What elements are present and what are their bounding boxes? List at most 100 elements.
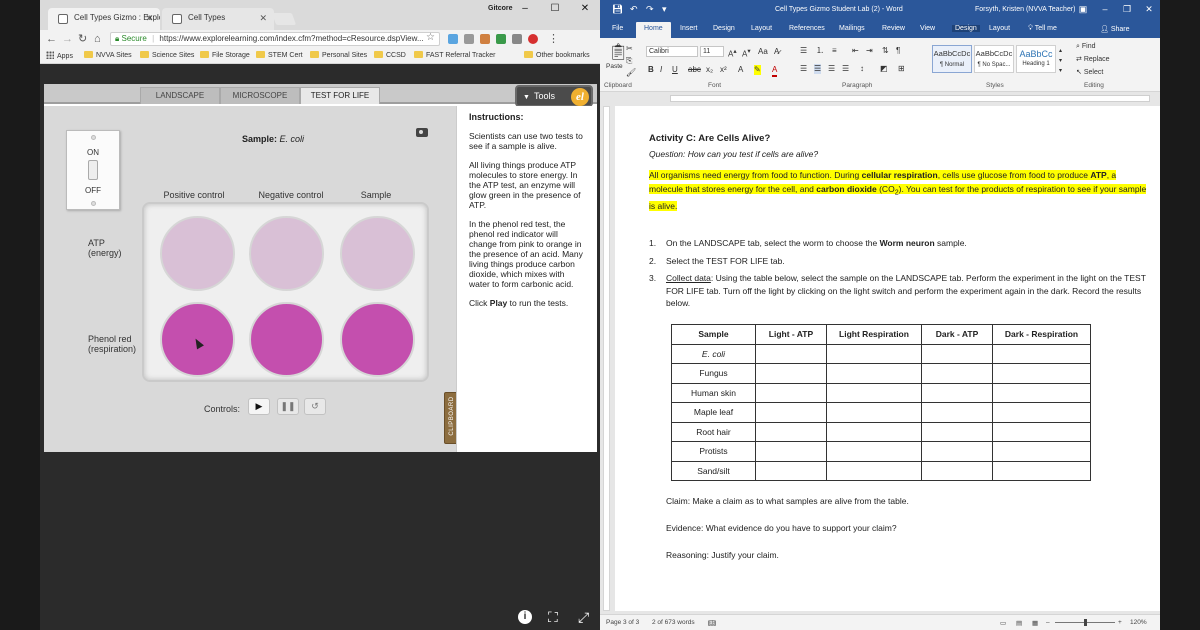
extension-icon[interactable] bbox=[512, 34, 522, 44]
font-name-select[interactable]: Calibri bbox=[646, 46, 698, 57]
line-spacing-icon[interactable]: ↕ bbox=[860, 64, 864, 74]
minimize-icon[interactable]: – bbox=[510, 0, 540, 18]
tab-references[interactable]: References bbox=[789, 25, 825, 32]
home-icon[interactable]: ⌂ bbox=[94, 32, 101, 46]
extension-cloud-icon[interactable] bbox=[448, 34, 458, 44]
tab-table-layout[interactable]: Layout bbox=[989, 25, 1010, 32]
bookmark-other[interactable]: Other bookmarks bbox=[524, 51, 590, 61]
read-mode-icon[interactable]: ▭ bbox=[1000, 619, 1006, 627]
print-layout-icon[interactable]: ▤ bbox=[1016, 619, 1022, 627]
change-case-icon[interactable]: Aa bbox=[758, 47, 768, 57]
cut-icon[interactable]: ✂ bbox=[626, 44, 633, 54]
undo-icon[interactable]: ↶ bbox=[630, 4, 638, 14]
italic-icon[interactable]: I bbox=[660, 65, 662, 75]
close-window-icon[interactable]: ✕ bbox=[570, 0, 600, 18]
close-icon[interactable]: ✕ bbox=[145, 13, 153, 24]
align-right-icon[interactable]: ☰ bbox=[828, 64, 835, 74]
result-cell[interactable] bbox=[826, 363, 922, 384]
customize-icon[interactable]: ▾ bbox=[662, 4, 667, 14]
tab-landscape[interactable]: LANDSCAPE bbox=[140, 87, 220, 104]
sample-cell[interactable]: Sand/silt bbox=[671, 460, 756, 481]
sample-cell[interactable]: E. coli bbox=[671, 343, 756, 364]
result-cell[interactable] bbox=[755, 441, 827, 462]
profile-name[interactable]: Gitcore bbox=[488, 5, 513, 12]
borders-icon[interactable]: ⊞ bbox=[898, 64, 905, 74]
result-cell[interactable] bbox=[826, 460, 922, 481]
font-color-icon[interactable]: A bbox=[772, 65, 778, 77]
word-count[interactable]: 2 of 673 words bbox=[652, 619, 695, 626]
result-cell[interactable] bbox=[826, 382, 922, 403]
sample-cell[interactable]: Protists bbox=[671, 441, 756, 462]
show-formatting-icon[interactable]: ¶ bbox=[896, 46, 900, 56]
result-cell[interactable] bbox=[921, 421, 993, 442]
sample-cell[interactable]: Fungus bbox=[671, 363, 756, 384]
page-count[interactable]: Page 3 of 3 bbox=[606, 619, 639, 626]
multilevel-list-icon[interactable]: ≡ bbox=[832, 46, 837, 56]
bookmark-folder[interactable]: STEM Cert bbox=[256, 51, 303, 61]
close-window-icon[interactable]: ✕ bbox=[1138, 4, 1160, 15]
result-cell[interactable] bbox=[755, 460, 827, 481]
select-button[interactable]: ↖ Select bbox=[1076, 68, 1103, 78]
format-painter-icon[interactable]: 🖌︎ bbox=[626, 68, 636, 78]
tab-microscope[interactable]: MICROSCOPE bbox=[220, 87, 300, 104]
zoom-out-icon[interactable]: – bbox=[1046, 619, 1050, 626]
save-icon[interactable]: 💾︎ bbox=[612, 4, 623, 14]
sample-cell[interactable]: Root hair bbox=[671, 421, 756, 442]
bookmark-folder[interactable]: Science Sites bbox=[140, 51, 194, 61]
tab-file[interactable]: File bbox=[612, 25, 623, 32]
tab-design[interactable]: Design bbox=[713, 25, 735, 32]
bullets-icon[interactable]: ☰ bbox=[800, 46, 807, 56]
result-cell[interactable] bbox=[921, 343, 993, 364]
switch-lever[interactable] bbox=[88, 160, 98, 180]
result-cell[interactable] bbox=[755, 421, 827, 442]
bookmark-folder[interactable]: FAST Referral Tracker bbox=[414, 51, 496, 61]
grow-font-icon[interactable]: A▴ bbox=[728, 47, 737, 60]
camera-icon[interactable] bbox=[416, 128, 428, 137]
extension-icon[interactable] bbox=[480, 34, 490, 44]
bookmark-folder[interactable]: CCSD bbox=[374, 51, 406, 61]
result-cell[interactable] bbox=[992, 441, 1091, 462]
result-cell[interactable] bbox=[921, 363, 993, 384]
data-table[interactable]: Sample Light - ATP Light Respiration Dar… bbox=[671, 324, 1091, 481]
result-cell[interactable] bbox=[826, 441, 922, 462]
info-icon[interactable]: i bbox=[518, 610, 532, 624]
address-bar[interactable]: 🔒︎ Secure | https://www.explorelearning.… bbox=[110, 32, 440, 46]
bookmark-folder[interactable]: NVVA Sites bbox=[84, 51, 132, 61]
sort-icon[interactable]: ⇅ bbox=[882, 46, 889, 56]
result-cell[interactable] bbox=[992, 460, 1091, 481]
style-normal[interactable]: AaBbCcDc ¶ Normal bbox=[932, 45, 972, 73]
increase-indent-icon[interactable]: ⇥ bbox=[866, 46, 873, 56]
text-effects-icon[interactable]: A bbox=[738, 65, 743, 75]
extension-icon[interactable] bbox=[464, 34, 474, 44]
shading-icon[interactable]: ◩ bbox=[880, 64, 888, 74]
align-center-icon[interactable]: ☰ bbox=[814, 64, 822, 74]
zoom-handle[interactable] bbox=[1084, 619, 1087, 626]
styles-scroll-icon[interactable]: ▴ ▾ ▾ bbox=[1059, 46, 1062, 76]
superscript-icon[interactable]: x² bbox=[720, 65, 727, 75]
extension-icon[interactable] bbox=[496, 34, 506, 44]
find-button[interactable]: ⌕ Find bbox=[1076, 42, 1096, 52]
pause-button[interactable]: ❚❚ bbox=[277, 398, 299, 415]
browser-tab-gizmo[interactable]: Cell Types Gizmo : Explo ✕ bbox=[48, 8, 160, 30]
result-cell[interactable] bbox=[992, 421, 1091, 442]
result-cell[interactable] bbox=[992, 363, 1091, 384]
fullscreen-icon[interactable]: ⛶ bbox=[548, 610, 558, 624]
sample-cell[interactable]: Maple leaf bbox=[671, 402, 756, 423]
sample-cell[interactable]: Human skin bbox=[671, 382, 756, 403]
zoom-in-icon[interactable]: + bbox=[1118, 619, 1122, 626]
result-cell[interactable] bbox=[992, 382, 1091, 403]
result-cell[interactable] bbox=[826, 343, 922, 364]
back-arrow-icon[interactable]: ← bbox=[46, 32, 57, 46]
result-cell[interactable] bbox=[921, 441, 993, 462]
tab-mailings[interactable]: Mailings bbox=[839, 25, 865, 32]
result-cell[interactable] bbox=[921, 460, 993, 481]
tab-layout[interactable]: Layout bbox=[751, 25, 772, 32]
decrease-indent-icon[interactable]: ⇤ bbox=[852, 46, 859, 56]
proofing-icon[interactable]: 📖︎ bbox=[708, 619, 716, 627]
tab-table-design[interactable]: Design bbox=[952, 25, 980, 32]
font-size-select[interactable]: 11 bbox=[700, 46, 724, 57]
numbering-icon[interactable]: ⒈ bbox=[816, 46, 824, 56]
strikethrough-icon[interactable]: abc bbox=[688, 65, 701, 75]
result-cell[interactable] bbox=[755, 343, 827, 364]
replace-button[interactable]: ⇄ Replace bbox=[1076, 55, 1110, 65]
